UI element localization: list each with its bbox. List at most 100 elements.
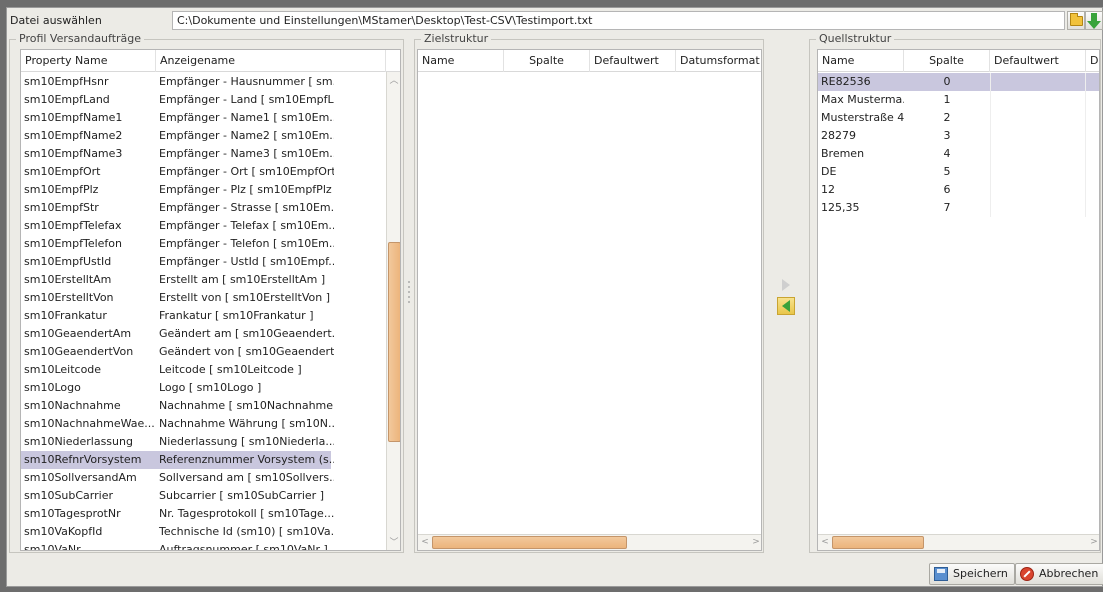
source-group: Quellstruktur Name Spalte Defaultwert Da… (809, 32, 1101, 553)
profile-table-header: Property Name Anzeigename (21, 50, 400, 72)
table-row[interactable]: sm10SubCarrier Subcarrier [ sm10SubCarrie… (21, 487, 331, 505)
save-button-label: Speichern (953, 567, 1008, 580)
table-row[interactable]: sm10Leitcode Leitcode [ sm10Leitcode ] (21, 361, 331, 379)
column-header-name[interactable]: Name (818, 50, 904, 72)
column-header-extra[interactable]: Da (1086, 50, 1099, 72)
target-scroll-thumb[interactable] (432, 536, 627, 549)
table-row[interactable]: DE 5 (818, 163, 1099, 181)
file-label: Datei auswählen (10, 14, 102, 27)
table-row[interactable]: sm10ErstelltVon Erstellt von [ sm10Erstel… (21, 289, 331, 307)
table-row[interactable]: 12 6 (818, 181, 1099, 199)
scroll-right-icon[interactable]: > (749, 535, 761, 549)
table-row[interactable]: sm10EmpfTelefax Empfänger - Telefax [ sm1… (21, 217, 334, 235)
table-row[interactable]: sm10EmpfOrt Empfänger - Ort [ sm10EmpfOrt… (21, 163, 334, 181)
column-header-property-name[interactable]: Property Name (21, 50, 156, 72)
column-header-display-name[interactable]: Anzeigename (156, 50, 386, 72)
column-header-date-format[interactable]: Datumsformat (676, 50, 761, 72)
source-horizontal-scrollbar[interactable]: < > (818, 534, 1099, 550)
profile-group: Profil Versandaufträge Property Name Anz… (9, 32, 404, 553)
table-row[interactable]: sm10SollversandAm Sollversand am [ sm10So… (21, 469, 334, 487)
display-name-cell: Nachnahme [ sm10Nachnahme ] (159, 399, 334, 412)
source-default-cell[interactable] (990, 109, 1086, 127)
scroll-left-icon[interactable]: < (818, 535, 832, 549)
source-default-cell[interactable] (990, 163, 1086, 181)
table-row[interactable]: sm10Niederlassung Niederlassung [ sm10Nie… (21, 433, 334, 451)
table-row[interactable]: sm10RefnrVorsystem Referenznummer Vorsyst… (21, 451, 334, 469)
table-row[interactable]: sm10GeaendertVon Geändert von [ sm10Geaen… (21, 343, 334, 361)
source-default-cell[interactable] (990, 181, 1086, 199)
column-header-default[interactable]: Defaultwert (990, 50, 1086, 72)
column-header-name[interactable]: Name (418, 50, 504, 72)
table-row[interactable]: sm10EmpfHsnr Empfänger - Hausnummer [ sm.… (21, 73, 334, 91)
source-column-cell: 3 (943, 129, 951, 142)
table-row[interactable]: sm10ErstelltAm Erstellt am [ sm10Erstellt… (21, 271, 331, 289)
source-column-cell: 7 (943, 201, 951, 214)
browse-button[interactable] (1067, 11, 1085, 30)
scroll-down-icon[interactable]: ﹀ (387, 536, 400, 550)
table-row[interactable]: sm10EmpfName3 Empfänger - Name3 [ sm10Em.… (21, 145, 334, 163)
table-row[interactable]: sm10Frankatur Frankatur [ sm10Frankatur ] (21, 307, 331, 325)
profile-scroll-thumb[interactable] (388, 241, 400, 442)
table-row[interactable]: sm10TagesprotNr Nr. Tagesprotokoll [ sm10… (21, 505, 334, 523)
table-row[interactable]: 125,35 7 (818, 199, 1099, 217)
property-name-cell: sm10Niederlassung (24, 435, 133, 448)
table-row[interactable]: sm10EmpfName2 Empfänger - Name2 [ sm10Em.… (21, 127, 334, 145)
property-name-cell: sm10Nachnahme (24, 399, 121, 412)
table-row[interactable]: sm10Nachnahme Nachnahme [ sm10Nachnahme ] (21, 397, 334, 415)
source-default-cell[interactable] (990, 73, 1086, 91)
table-row[interactable]: RE82536 0 (818, 73, 1099, 91)
table-row[interactable]: sm10EmpfTelefon Empfänger - Telefon [ sm1… (21, 235, 334, 253)
scroll-right-icon[interactable]: > (1087, 535, 1099, 549)
profile-group-title: Profil Versandaufträge (16, 32, 145, 46)
column-header-default[interactable]: Defaultwert (590, 50, 676, 72)
table-row[interactable]: Musterstraße 4 2 (818, 109, 1099, 127)
profile-table: Property Name Anzeigename sm10EmpfHsnr Em… (20, 49, 401, 551)
scroll-up-icon[interactable]: ︿ (387, 74, 400, 88)
move-right-button[interactable] (777, 276, 795, 294)
table-row[interactable]: sm10EmpfStr Empfänger - Strasse [ sm10Em.… (21, 199, 334, 217)
table-row[interactable]: sm10EmpfName1 Empfänger - Name1 [ sm10Em.… (21, 109, 334, 127)
table-row[interactable]: 28279 3 (818, 127, 1099, 145)
table-row[interactable]: sm10Logo Logo [ sm10Logo ] (21, 379, 331, 397)
table-row[interactable]: sm10VaKopfId Technische Id (sm10) [ sm10V… (21, 523, 334, 541)
file-path-input[interactable]: C:\Dokumente und Einstellungen\MStamer\D… (172, 11, 1065, 30)
scroll-left-icon[interactable]: < (418, 535, 432, 549)
display-name-cell: Technische Id (sm10) [ sm10Va... (159, 525, 334, 538)
property-name-cell: sm10VaNr (24, 543, 81, 551)
display-name-cell: Empfänger - Plz [ sm10EmpfPlz ] (159, 183, 334, 196)
source-column-cell: 1 (943, 93, 951, 106)
property-name-cell: sm10SubCarrier (24, 489, 113, 502)
table-row[interactable]: sm10EmpfPlz Empfänger - Plz [ sm10EmpfPlz… (21, 181, 334, 199)
arrow-right-icon (782, 279, 790, 291)
column-header-column[interactable]: Spalte (904, 50, 990, 72)
cancel-button[interactable]: Abbrechen (1015, 563, 1103, 585)
property-name-cell: sm10TagesprotNr (24, 507, 121, 520)
column-header-column[interactable]: Spalte (504, 50, 590, 72)
profile-vertical-scrollbar[interactable]: ︿ ﹀ (386, 72, 400, 550)
table-row[interactable]: sm10EmpfLand Empfänger - Land [ sm10EmpfL… (21, 91, 334, 109)
display-name-cell: Auftragsnummer [ sm10VaNr ] (159, 543, 328, 551)
source-default-cell[interactable] (990, 127, 1086, 145)
source-column-cell: 2 (943, 111, 951, 124)
target-horizontal-scrollbar[interactable]: < > (418, 534, 761, 550)
table-row[interactable]: sm10GeaendertAm Geändert am [ sm10Geaende… (21, 325, 334, 343)
display-name-cell: Empfänger - Name1 [ sm10Em... (159, 111, 334, 124)
display-name-cell: Geändert von [ sm10Geaendert... (159, 345, 334, 358)
source-name-cell: 125,35 (821, 201, 860, 214)
split-handle[interactable] (407, 278, 411, 306)
source-scroll-thumb[interactable] (832, 536, 924, 549)
table-row[interactable]: Max Musterma... 1 (818, 91, 1099, 109)
table-row[interactable]: Bremen 4 (818, 145, 1099, 163)
table-row[interactable]: sm10EmpfUstId Empfänger - UstId [ sm10Emp… (21, 253, 334, 271)
source-default-cell[interactable] (990, 145, 1086, 163)
table-row[interactable]: sm10VaNr Auftragsnummer [ sm10VaNr ] (21, 541, 331, 551)
source-column-cell: 6 (943, 183, 951, 196)
source-default-cell[interactable] (990, 91, 1086, 109)
source-name-cell: 28279 (821, 129, 856, 142)
save-button[interactable]: Speichern (929, 563, 1015, 585)
load-button[interactable] (1085, 11, 1103, 30)
source-default-cell[interactable] (990, 199, 1086, 217)
property-name-cell: sm10Frankatur (24, 309, 107, 322)
table-row[interactable]: sm10NachnahmeWae... Nachnahme Währung [ s… (21, 415, 334, 433)
move-left-button[interactable] (777, 297, 795, 315)
